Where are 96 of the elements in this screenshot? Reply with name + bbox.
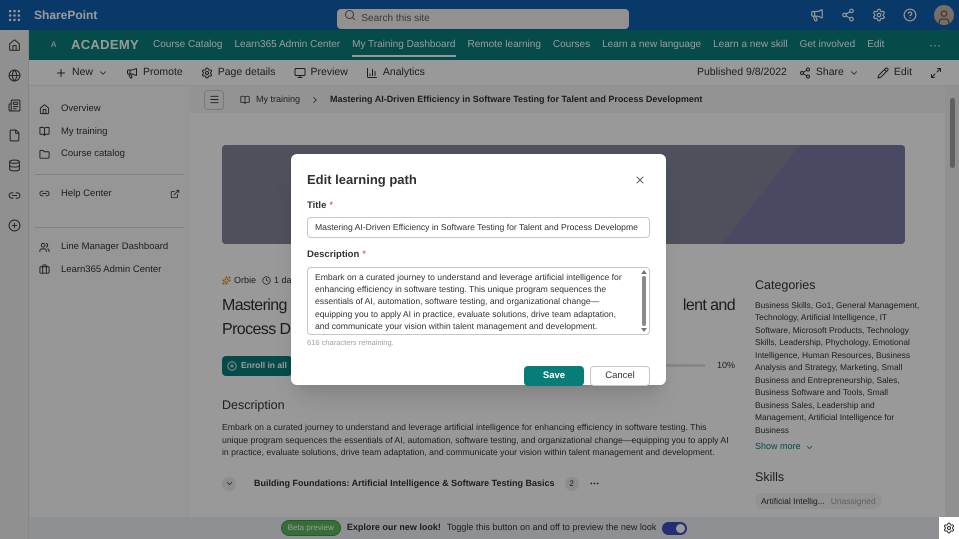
- share-nodes-icon[interactable]: [841, 8, 855, 22]
- menu-icon: [208, 94, 220, 105]
- command-button[interactable]: Analytics: [366, 64, 425, 80]
- database-icon[interactable]: [8, 159, 20, 172]
- author: Orbie: [234, 274, 256, 287]
- required-mark: *: [329, 198, 334, 212]
- description-text: Embark on a curated journey to understand and leverage artificial intelligence for enhancing efficiency in software testing. This unique program sequences the essentials of AI, automation, software testing, and organizational change—equipping you to apply AI in practice, evaluate solutions, drive team adaptation, and communicate your vision within talent management and development.: [222, 421, 730, 459]
- gear-icon: [200, 66, 213, 78]
- command-button[interactable]: Preview: [294, 64, 348, 80]
- monitor-icon: [294, 66, 306, 78]
- add-icon: [227, 360, 237, 370]
- link-icon: [39, 188, 50, 200]
- megaphone-icon: [126, 66, 138, 78]
- module-title[interactable]: Building Foundations: Artificial Intelligence & Software Testing Basics: [254, 477, 555, 490]
- home-icon[interactable]: [8, 39, 20, 52]
- site-name[interactable]: ACADEMY: [71, 35, 139, 55]
- edit-button[interactable]: Edit: [876, 64, 912, 80]
- nav-item[interactable]: Line Manager Dashboard: [35, 236, 184, 258]
- menu-button[interactable]: [204, 90, 224, 110]
- hub-nav-link[interactable]: Course Catalog: [153, 34, 222, 56]
- folder-icon: [39, 148, 50, 160]
- description-field[interactable]: Embark on a curated journey to understand and leverage artificial intelligence for enhancing efficiency in software testing. This unique program sequences the essentials of AI, automation, software testing, and organizational change—equipping you to apply AI in practice, evaluate solutions, drive team adaptation, and communicate your vision within talent management and development.: [307, 266, 650, 334]
- file-icon[interactable]: [8, 129, 20, 142]
- home-icon: [39, 104, 50, 115]
- gear-icon: [943, 522, 955, 534]
- megaphone-icon[interactable]: [810, 8, 824, 22]
- nav-item[interactable]: Overview: [35, 98, 184, 120]
- hub-nav-link[interactable]: Learn a new skill: [713, 34, 788, 56]
- field-label: Description: [307, 248, 360, 262]
- show-more-link[interactable]: Show more: [755, 440, 923, 454]
- page-title: Mastering: [222, 296, 288, 316]
- hub-nav-link[interactable]: My Training Dashboard: [352, 34, 456, 56]
- plus-icon: [55, 66, 67, 78]
- search-icon: [344, 9, 356, 21]
- hub-nav-link[interactable]: Learn365 Admin Center: [234, 34, 340, 56]
- hub-nav-link[interactable]: Remote learning: [468, 34, 541, 56]
- categories-text: Business Skills, Go1, General Management, Technology, Artificial Intelligence, IT Software, Microsoft Products, Technology Skills, Leadership, Phychology, Emotional Intelligence, Human Resources, Business Analysis and Strategy, Marketing, Small Business and Entrepreneurship, Sales, Business Software and Tools, Small Business Sales, Leadership and Management, Artificial Intelligence for Business: [755, 298, 920, 436]
- dialog-title: Edit learning path: [307, 171, 417, 189]
- cancel-button[interactable]: Cancel: [590, 366, 650, 386]
- hub-nav-link[interactable]: Get involved: [800, 34, 856, 56]
- published-date: Published 9/8/2022: [696, 64, 787, 80]
- avatar[interactable]: [934, 5, 954, 25]
- nav-item[interactable]: Help Center: [35, 182, 184, 205]
- duration: 1 da: [274, 274, 292, 287]
- hub-nav-link[interactable]: Learn a new language: [602, 34, 702, 56]
- add-icon[interactable]: [8, 219, 20, 232]
- toggle-switch[interactable]: [662, 522, 688, 534]
- hub-nav-link[interactable]: Edit: [867, 34, 884, 56]
- newspaper-icon[interactable]: [8, 99, 20, 112]
- command-button[interactable]: New: [55, 64, 108, 80]
- beta-headline: Explore our new look!: [346, 521, 441, 534]
- beta-badge: Beta preview: [280, 520, 341, 536]
- section-heading: Description: [222, 396, 286, 414]
- clock-icon: [262, 276, 272, 286]
- share-button[interactable]: Share: [798, 64, 859, 80]
- nav-item[interactable]: Course catalog: [35, 143, 184, 166]
- page-title: lent and: [682, 296, 735, 316]
- save-button[interactable]: Save: [524, 366, 584, 386]
- required-mark: *: [362, 248, 366, 262]
- command-button[interactable]: Page details: [200, 64, 276, 80]
- count-badge: 2: [564, 476, 579, 491]
- briefcase-icon: [39, 264, 50, 276]
- settings-button[interactable]: [939, 517, 959, 539]
- settings-icon[interactable]: [872, 8, 886, 22]
- share-icon: [798, 66, 811, 78]
- search-field[interactable]: Search this site: [337, 8, 630, 28]
- help-icon[interactable]: [903, 8, 917, 22]
- external-link-icon: [170, 188, 180, 199]
- grid-icon: [7, 8, 22, 22]
- nav-item[interactable]: Learn365 Admin Center: [35, 258, 184, 281]
- field-label: Title: [307, 198, 326, 212]
- command-button[interactable]: Promote: [126, 64, 183, 80]
- enroll-button[interactable]: Enroll in all: [222, 356, 292, 376]
- sparkle-icon: [222, 276, 231, 286]
- people-icon: [39, 242, 50, 253]
- book-icon: [240, 94, 250, 104]
- skills-heading: Skills: [755, 468, 786, 486]
- title-field[interactable]: Mastering AI-Driven Efficiency in Software Testing for Talent and Process Developme: [307, 216, 650, 238]
- book-icon: [39, 126, 50, 138]
- categories-heading: Categories: [755, 277, 816, 294]
- hub-nav-link[interactable]: Courses: [552, 34, 590, 56]
- expand-icon[interactable]: [930, 66, 942, 78]
- nav-item[interactable]: My training: [35, 120, 184, 143]
- pencil-icon: [876, 66, 889, 78]
- breadcrumb-link[interactable]: Mastering AI-Driven Efficiency in Software Testing for Talent and Process Development: [330, 92, 702, 106]
- site-logo[interactable]: A: [51, 39, 61, 51]
- chart-icon: [366, 66, 378, 78]
- close-icon[interactable]: [634, 174, 646, 186]
- page-title: Process D: [222, 320, 290, 340]
- app-name[interactable]: SharePoint: [34, 6, 98, 24]
- globe-icon[interactable]: [8, 69, 20, 82]
- more-button[interactable]: ···: [929, 36, 941, 54]
- progress-reading: 10%: [716, 358, 735, 372]
- beta-text: Toggle this button on and off to preview the new look: [446, 521, 656, 534]
- breadcrumb-link[interactable]: My training: [256, 92, 300, 106]
- expand-toggle[interactable]: [222, 476, 236, 491]
